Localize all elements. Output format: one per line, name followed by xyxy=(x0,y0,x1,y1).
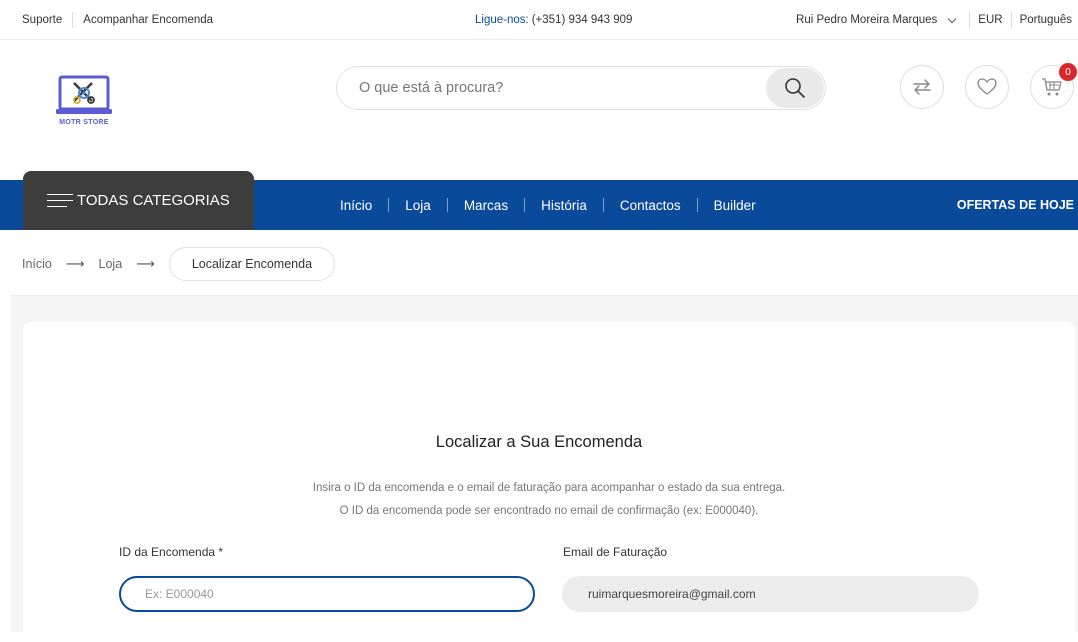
compare-arrows-icon xyxy=(913,79,931,95)
wishlist-button[interactable] xyxy=(965,65,1009,109)
store-logo[interactable]: MOTR STORE xyxy=(56,69,112,147)
breadcrumb: Início ⟶ Loja ⟶ Localizar Encomenda xyxy=(22,247,336,281)
nav-link-inicio[interactable]: Início xyxy=(340,198,372,213)
nav-link-loja[interactable]: Loja xyxy=(405,198,431,213)
divider xyxy=(696,198,698,212)
top-bar-left: Suporte Acompanhar Encomenda xyxy=(22,0,213,40)
language-selector[interactable]: Português xyxy=(1020,14,1072,26)
divider xyxy=(388,198,390,212)
phone-number[interactable]: (+351) 934 943 909 xyxy=(532,14,633,26)
all-categories-button[interactable]: TODAS CATEGORIAS xyxy=(23,171,254,230)
search-button[interactable] xyxy=(766,68,824,108)
breadcrumb-current: Localizar Encomenda xyxy=(168,247,336,281)
divider xyxy=(72,12,74,28)
support-link[interactable]: Suporte xyxy=(22,14,62,26)
divider xyxy=(969,12,971,28)
search-input[interactable] xyxy=(357,67,757,109)
cart-button[interactable]: 0 xyxy=(1030,63,1077,109)
form-title: Localizar a Sua Encomenda xyxy=(435,433,643,451)
billing-email-input[interactable] xyxy=(562,576,979,612)
track-order-link[interactable]: Acompanhar Encomenda xyxy=(83,14,213,26)
logo-text: MOTR STORE xyxy=(59,119,109,126)
nav-links: Início Loja Marcas História Contactos Bu… xyxy=(340,180,756,230)
arrow-right-icon: ⟶ xyxy=(136,256,155,271)
top-bar-right: Rui Pedro Moreira Marques EUR Português xyxy=(796,0,1072,40)
user-account-menu[interactable]: Rui Pedro Moreira Marques xyxy=(796,14,961,26)
nav-link-builder[interactable]: Builder xyxy=(714,198,756,213)
search-bar xyxy=(336,66,826,110)
form-info-line-1: Insira o ID da encomenda e o email de fa… xyxy=(312,482,786,494)
phone-label: Ligue-nos: xyxy=(475,14,529,26)
shopping-cart-icon xyxy=(1042,78,1062,96)
all-categories-label: TODAS CATEGORIAS xyxy=(77,192,230,209)
nav-link-marcas[interactable]: Marcas xyxy=(464,198,508,213)
order-id-input[interactable] xyxy=(119,576,535,612)
divider xyxy=(446,198,448,212)
top-bar: Suporte Acompanhar Encomenda Ligue-nos: … xyxy=(0,0,1078,40)
currency-selector[interactable]: EUR xyxy=(978,14,1002,26)
nav-link-historia[interactable]: História xyxy=(541,198,587,213)
order-id-label: ID da Encomenda * xyxy=(119,545,224,559)
cart-count-badge: 0 xyxy=(1059,63,1077,81)
breadcrumb-item-inicio[interactable]: Início xyxy=(22,257,52,271)
laptop-tools-icon xyxy=(56,75,112,114)
heart-icon xyxy=(977,78,997,95)
billing-email-label: Email de Faturação xyxy=(563,545,668,559)
arrow-right-icon: ⟶ xyxy=(65,256,85,271)
chevron-down-icon xyxy=(948,14,957,23)
nav-link-contactos[interactable]: Contactos xyxy=(620,198,681,213)
compare-button[interactable] xyxy=(900,65,944,109)
breadcrumb-item-loja[interactable]: Loja xyxy=(99,257,123,271)
divider xyxy=(1010,12,1012,28)
search-icon xyxy=(785,78,805,98)
divider xyxy=(524,198,526,212)
hamburger-menu-icon xyxy=(47,193,73,208)
form-info-line-2: O ID da encomenda pode ser encontrado no… xyxy=(339,505,759,517)
user-name: Rui Pedro Moreira Marques xyxy=(796,14,938,26)
todays-offers-link[interactable]: OFERTAS DE HOJE xyxy=(957,180,1074,230)
phone-info: Ligue-nos: (+351) 934 943 909 xyxy=(475,0,632,40)
divider xyxy=(602,198,604,212)
